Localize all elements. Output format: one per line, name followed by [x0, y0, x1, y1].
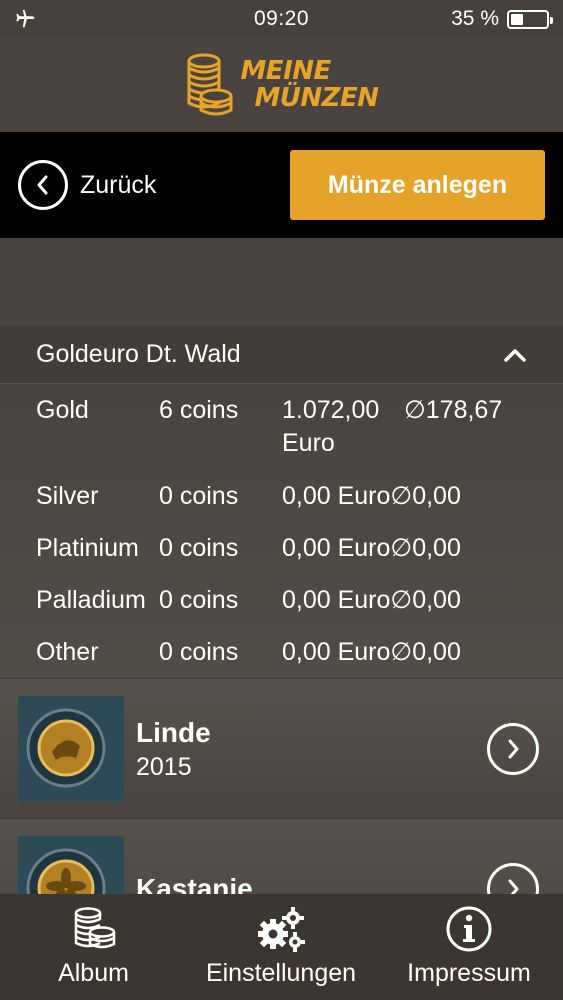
- chevron-up-icon[interactable]: [503, 343, 527, 367]
- back-button[interactable]: Zurück: [18, 160, 156, 210]
- status-bar: 09:20 35 %: [0, 0, 563, 38]
- stat-coins: 0 coins: [159, 482, 239, 510]
- logo-header: MEINE MÜNZEN: [0, 38, 563, 132]
- tab-album[interactable]: Album: [0, 894, 187, 1000]
- stat-coins: 0 coins: [159, 534, 239, 562]
- stat-metal: Silver: [36, 482, 99, 510]
- coin-thumbnail: [18, 695, 124, 802]
- logo-line2: MÜNZEN: [254, 83, 379, 113]
- coin-info: Linde 2015: [136, 715, 487, 783]
- tab-einstellungen[interactable]: Einstellungen: [187, 894, 375, 1000]
- coin-stack-icon: [70, 905, 118, 953]
- collection-header[interactable]: Goldeuro Dt. Wald: [0, 326, 563, 384]
- stat-row-gold: Gold 6 coins 1.072,00 Euro ∅178,67: [0, 394, 563, 480]
- collection-title: Goldeuro Dt. Wald: [36, 340, 241, 368]
- coin-year: 2015: [136, 752, 192, 781]
- stat-value-line1: 1.072,00: [282, 396, 380, 424]
- chevron-left-icon: [18, 160, 68, 210]
- back-label: Zurück: [80, 170, 157, 199]
- chevron-right-icon[interactable]: [487, 722, 539, 775]
- stat-value: 0,00 Euro∅0,00: [282, 638, 461, 666]
- battery-icon: [507, 9, 553, 29]
- gears-icon: [257, 905, 305, 953]
- stat-metal: Other: [36, 638, 99, 666]
- battery-percent: 35 %: [451, 7, 499, 30]
- stat-value: 0,00 Euro∅0,00: [282, 482, 461, 510]
- stat-metal: Platinium: [36, 534, 139, 562]
- stat-value-line2: Euro: [282, 429, 335, 457]
- logo-text: MEINE MÜNZEN: [240, 56, 379, 113]
- tab-label: Einstellungen: [205, 959, 357, 987]
- stat-coins: 0 coins: [159, 586, 239, 614]
- nav-bar: Zurück Münze anlegen: [0, 132, 563, 238]
- stats-table: Gold 6 coins 1.072,00 Euro ∅178,67 Silver…: [0, 384, 563, 678]
- status-left: [14, 8, 134, 30]
- stat-metal: Gold: [36, 396, 89, 424]
- battery-fill: [511, 13, 523, 25]
- stat-value: 0,00 Euro∅0,00: [282, 534, 461, 562]
- tab-label: Impressum: [407, 959, 531, 987]
- tab-label: Album: [58, 959, 129, 987]
- stat-row-silver: Silver 0 coins 0,00 Euro∅0,00: [0, 480, 563, 532]
- airplane-icon: [16, 9, 35, 28]
- coin-stack-logo-icon: [187, 53, 233, 116]
- info-icon: [445, 905, 493, 953]
- coin-name: Linde: [136, 716, 211, 748]
- logo-line1: MEINE: [240, 56, 331, 86]
- stat-value: 0,00 Euro∅0,00: [282, 586, 461, 614]
- stat-coins: 6 coins: [159, 396, 239, 424]
- tab-bar: Album Einstellungen Impressum: [0, 894, 563, 1000]
- stat-row-platinium: Platinium 0 coins 0,00 Euro∅0,00: [0, 532, 563, 584]
- stat-row-palladium: Palladium 0 coins 0,00 Euro∅0,00: [0, 584, 563, 636]
- status-time: 09:20: [253, 7, 310, 30]
- stat-value: 1.072,00 Euro: [282, 394, 394, 460]
- app-logo: MEINE MÜNZEN: [184, 52, 379, 118]
- stat-metal: Palladium: [36, 586, 146, 614]
- stat-coins: 0 coins: [159, 638, 239, 666]
- status-right: 35 %: [429, 7, 553, 31]
- coin-list-item[interactable]: Linde 2015: [0, 678, 563, 818]
- stat-average: ∅178,67: [404, 396, 503, 424]
- tab-impressum[interactable]: Impressum: [375, 894, 563, 1000]
- add-coin-button[interactable]: Münze anlegen: [290, 150, 545, 220]
